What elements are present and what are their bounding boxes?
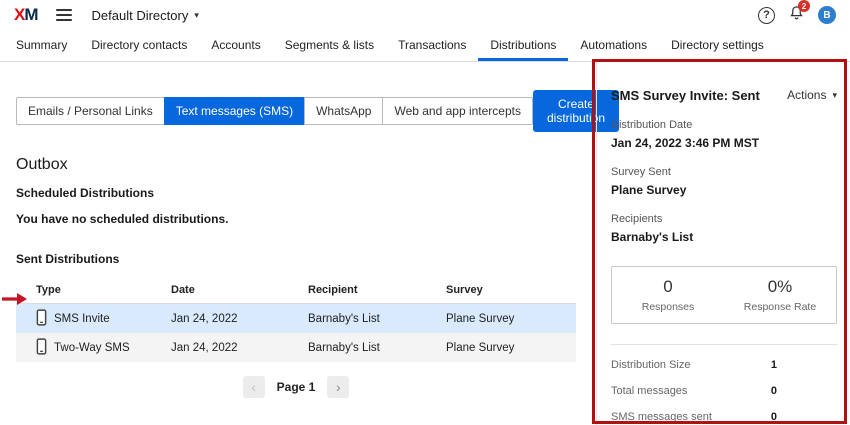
actions-label: Actions (787, 88, 826, 102)
pagination: ‹ Page 1 › (16, 376, 576, 398)
column-header-type: Type (16, 284, 151, 296)
row-date: Jan 24, 2022 (151, 313, 288, 325)
sent-distributions-heading: Sent Distributions (16, 252, 580, 266)
metric-value: 1 (771, 359, 777, 371)
stat-value: 0 (663, 277, 672, 297)
row-recipient: Barnaby's List (288, 342, 426, 354)
metric-sms-sent: SMS messages sent 0 (611, 411, 777, 423)
scheduled-empty-text: You have no scheduled distributions. (16, 212, 580, 226)
field-value: Plane Survey (611, 183, 837, 197)
avatar[interactable]: B (818, 6, 836, 24)
tab-summary[interactable]: Summary (4, 30, 79, 61)
row-type-label: Two-Way SMS (54, 342, 130, 354)
channel-whatsapp-button[interactable]: WhatsApp (304, 97, 383, 125)
app-window: XM Default Directory ▾ ? 2 B Summary Dir… (0, 0, 850, 425)
tab-accounts[interactable]: Accounts (199, 30, 272, 61)
channel-segmented-control: Emails / Personal Links Text messages (S… (16, 97, 533, 125)
stat-response-rate: 0% Response Rate (724, 267, 836, 323)
metric-label: SMS messages sent (611, 411, 712, 423)
column-header-date: Date (151, 284, 288, 296)
sent-distributions-table: Type Date Recipient Survey SMS Invite Ja… (16, 276, 576, 362)
field-value: Barnaby's List (611, 230, 837, 244)
stat-label: Responses (642, 301, 695, 313)
detail-panel-title: SMS Survey Invite: Sent (611, 88, 760, 103)
metrics-list: Distribution Size 1 Total messages 0 SMS… (611, 344, 837, 425)
actions-dropdown[interactable]: Actions ▾ (787, 88, 837, 102)
distribution-detail-panel: SMS Survey Invite: Sent Actions ▾ Distri… (596, 62, 850, 425)
tab-directory-contacts[interactable]: Directory contacts (79, 30, 199, 61)
chevron-down-icon: ▾ (194, 10, 199, 21)
row-date: Jan 24, 2022 (151, 342, 288, 354)
top-bar: XM Default Directory ▾ ? 2 B (0, 0, 850, 30)
metric-value: 0 (771, 411, 777, 423)
next-page-button[interactable]: › (327, 376, 349, 398)
row-type-label: SMS Invite (54, 313, 110, 325)
chevron-down-icon: ▾ (832, 90, 837, 101)
hamburger-menu-icon[interactable] (56, 6, 72, 24)
channel-emails-button[interactable]: Emails / Personal Links (16, 97, 165, 125)
help-icon[interactable]: ? (758, 7, 775, 24)
stat-value: 0% (768, 277, 793, 297)
primary-nav: Summary Directory contacts Accounts Segm… (0, 30, 850, 62)
scheduled-distributions-heading: Scheduled Distributions (16, 186, 580, 200)
stat-label: Response Rate (744, 301, 816, 313)
notifications-button[interactable]: 2 (789, 5, 804, 25)
stat-responses: 0 Responses (612, 267, 724, 323)
previous-page-button[interactable]: ‹ (243, 376, 265, 398)
tab-distributions[interactable]: Distributions (478, 30, 568, 61)
row-recipient: Barnaby's List (288, 313, 426, 325)
distributions-main: Emails / Personal Links Text messages (S… (0, 62, 596, 425)
directory-selector[interactable]: Default Directory ▾ (92, 8, 199, 23)
column-header-survey: Survey (426, 284, 576, 296)
metric-distribution-size: Distribution Size 1 (611, 359, 777, 371)
field-label: Recipients (611, 213, 837, 225)
response-stats-box: 0 Responses 0% Response Rate (611, 266, 837, 324)
column-header-recipient: Recipient (288, 284, 426, 296)
xm-logo-x: X (14, 5, 24, 24)
mobile-phone-icon (36, 309, 47, 329)
row-survey: Plane Survey (426, 342, 576, 354)
channel-web-intercepts-button[interactable]: Web and app intercepts (382, 97, 533, 125)
xm-logo-m: M (24, 5, 37, 24)
table-row[interactable]: Two-Way SMS Jan 24, 2022 Barnaby's List … (16, 333, 576, 362)
outbox-title: Outbox (16, 156, 580, 174)
metric-label: Total messages (611, 385, 687, 397)
tab-transactions[interactable]: Transactions (386, 30, 478, 61)
tab-directory-settings[interactable]: Directory settings (659, 30, 776, 61)
mobile-phone-icon (36, 338, 47, 358)
table-header-row: Type Date Recipient Survey (16, 276, 576, 304)
field-recipients: Recipients Barnaby's List (611, 213, 837, 244)
help-glyph: ? (763, 9, 770, 21)
field-label: Survey Sent (611, 166, 837, 178)
avatar-initial: B (823, 10, 830, 21)
table-row[interactable]: SMS Invite Jan 24, 2022 Barnaby's List P… (16, 304, 576, 333)
page-indicator: Page 1 (277, 380, 316, 394)
channel-sms-button[interactable]: Text messages (SMS) (164, 97, 305, 125)
notification-badge: 2 (798, 0, 810, 12)
directory-selector-label: Default Directory (92, 8, 189, 23)
tab-segments-lists[interactable]: Segments & lists (273, 30, 386, 61)
metric-total-messages: Total messages 0 (611, 385, 777, 397)
field-distribution-date: Distribution Date Jan 24, 2022 3:46 PM M… (611, 119, 837, 150)
field-label: Distribution Date (611, 119, 837, 131)
field-survey-sent: Survey Sent Plane Survey (611, 166, 837, 197)
xm-logo: XM (14, 5, 38, 25)
field-value: Jan 24, 2022 3:46 PM MST (611, 136, 837, 150)
row-survey: Plane Survey (426, 313, 576, 325)
metric-label: Distribution Size (611, 359, 690, 371)
metric-value: 0 (771, 385, 777, 397)
tab-automations[interactable]: Automations (568, 30, 659, 61)
